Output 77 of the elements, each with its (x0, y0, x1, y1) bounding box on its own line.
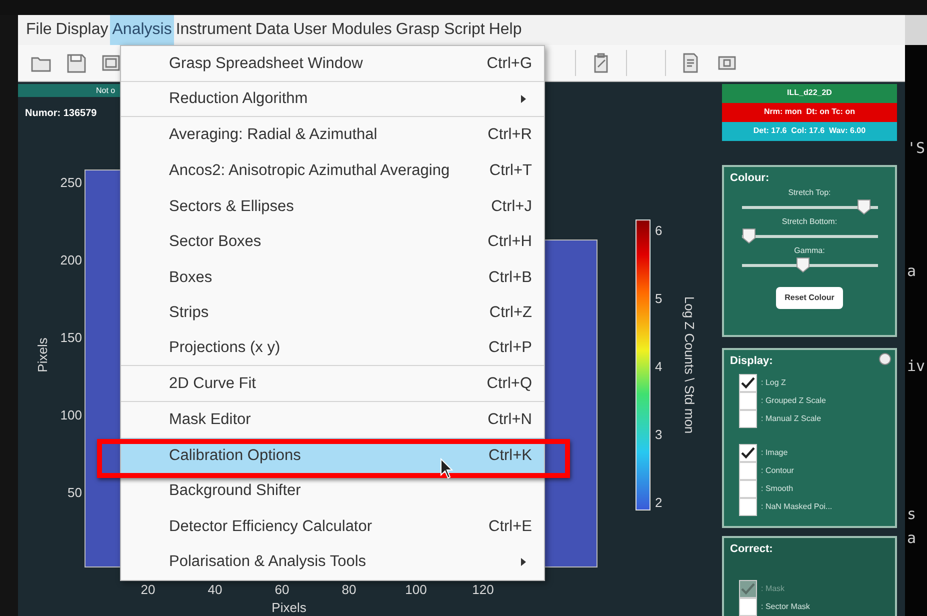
menu-item[interactable]: Sectors & Ellipses Ctrl+J (121, 188, 544, 224)
shortcut-label: Ctrl+G (486, 54, 532, 74)
colorbar-tick-label: 5 (655, 291, 662, 306)
reset-colour-button[interactable]: Reset Colour (776, 287, 844, 310)
y-tick-label: 250 (60, 175, 82, 190)
numor-label: Numor: 136579 (25, 107, 98, 121)
shortcut-label: Ctrl+J (491, 196, 532, 217)
menu-item[interactable]: Polarisation & Analysis Tools (121, 544, 544, 580)
menu-item[interactable]: Reduction Algorithm (121, 82, 544, 118)
shortcut-label: Ctrl+H (488, 232, 532, 252)
menu-bar-item[interactable]: User Modules (291, 15, 394, 45)
menu-bar-item[interactable]: Help (486, 15, 524, 45)
x-tick-label: 120 (472, 582, 494, 597)
panel-title: Display: (730, 354, 773, 370)
colorbar-tick-label: 2 (655, 495, 662, 510)
checkbox-label: : Grouped Z Scale (761, 394, 826, 407)
shortcut-label: Ctrl+E (488, 516, 532, 537)
y-axis-label: Pixels (35, 338, 50, 372)
checkbox-label: : Image (761, 446, 788, 459)
shortcut-label: Ctrl+T (489, 160, 532, 181)
checkbox-label: : Log Z (761, 376, 786, 389)
y-tick-label: 50 (68, 485, 82, 500)
y-tick-label: 200 (60, 252, 82, 268)
panel-title: Colour: (730, 170, 770, 186)
shortcut-label: Ctrl+K (488, 446, 532, 466)
slider-label: Gamma: (794, 245, 825, 258)
checkbox-label: : NaN Masked Poi... (761, 500, 832, 513)
shortcut-label: Ctrl+Q (486, 374, 532, 394)
slider-label: Stretch Top: (788, 187, 831, 200)
checkbox-label: : Sector Mask (761, 600, 810, 613)
x-tick-label: 40 (208, 582, 222, 597)
shortcut-label: Ctrl+B (488, 268, 532, 288)
menu-bar-item[interactable]: Analysis (110, 15, 174, 45)
slider-label: Stretch Bottom: (782, 216, 838, 228)
shortcut-label: Ctrl+R (488, 125, 532, 146)
checkbox-label: : Mask (761, 582, 785, 595)
menu-bar-item[interactable]: Data (253, 15, 292, 45)
checkbox-label: : Smooth (761, 482, 794, 495)
menu-item[interactable]: 2D Curve Fit Ctrl+Q (121, 366, 544, 402)
menu-item[interactable]: Mask Editor Ctrl+N (121, 402, 544, 438)
menu-item[interactable]: Averaging: Radial & Azimuthal Ctrl+R (121, 117, 544, 153)
terminal-text: 'S (907, 138, 926, 159)
shortcut-label: Ctrl+P (488, 338, 532, 358)
status-badge: Det: 17.6 Col: 17.6 Wav: 6.00 (722, 122, 897, 141)
status-badge: Nrm: mon Dt: on Tc: on (722, 102, 897, 122)
menu-item[interactable]: Boxes Ctrl+B (121, 260, 544, 296)
x-tick-label: 60 (274, 582, 290, 597)
colorbar-tick-label: 3 (655, 427, 662, 442)
menu-bar-item[interactable]: File (24, 15, 54, 45)
x-tick-label: 20 (140, 582, 156, 597)
checkbox-label: : Contour (761, 464, 794, 477)
y-tick-label: 100 (60, 408, 82, 422)
terminal-text: a (907, 261, 916, 282)
colorbar-tick-label: 4 (655, 359, 662, 374)
menu-bar-item[interactable]: Display (54, 15, 110, 45)
x-tick-label: 100 (405, 582, 427, 597)
menu-item[interactable]: Projections (x y) Ctrl+P (121, 330, 544, 366)
menu-item[interactable]: Detector Efficiency Calculator Ctrl+E (121, 508, 544, 544)
menu-item[interactable]: Ancos2: Anisotropic Azimuthal Averaging Ctrl+T (121, 152, 544, 188)
colorbar-tick-label: 6 (655, 223, 662, 238)
x-tick-label: 80 (342, 582, 356, 597)
terminal-text: iv (907, 356, 926, 377)
menu-item[interactable]: Sector Boxes Ctrl+H (121, 224, 544, 260)
shortcut-label: Ctrl+N (488, 410, 532, 430)
checkbox-label: : Manual Z Scale (761, 412, 822, 425)
menu-bar-item[interactable]: Grasp Script (394, 15, 487, 45)
menu-item[interactable]: Strips Ctrl+Z (121, 295, 544, 331)
menu-item[interactable]: Grasp Spreadsheet Window Ctrl+G (121, 46, 544, 82)
menu-bar-item[interactable]: Instrument (174, 15, 254, 45)
panel-title: Correct: (730, 542, 774, 558)
terminal-text: a (907, 528, 916, 549)
x-axis-label: Pixels (272, 600, 306, 615)
shortcut-label: Ctrl+Z (489, 303, 532, 324)
y-tick-label: 150 (60, 330, 82, 345)
colorbar-label: Log Z Counts \ Std mon (682, 296, 697, 434)
terminal-text: s (907, 504, 916, 525)
status-badge: ILL_d22_2D (722, 84, 897, 103)
